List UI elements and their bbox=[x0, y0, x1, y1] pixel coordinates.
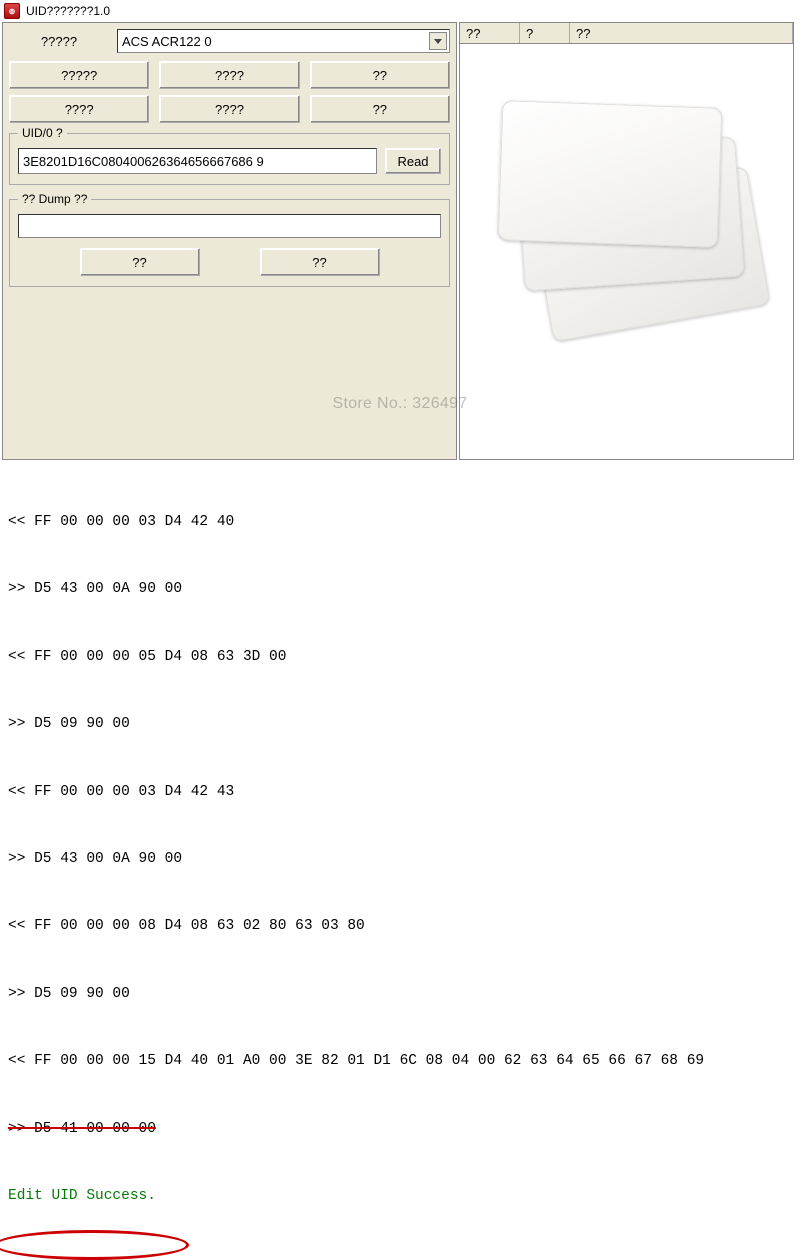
device-label: ????? bbox=[9, 34, 109, 49]
app-icon: ⊚ bbox=[4, 3, 20, 19]
log-line: << FF 00 00 00 08 D4 08 63 02 80 63 03 8… bbox=[8, 915, 792, 937]
uid-input-value: 3E8201D16C080400626364656667686 9 bbox=[23, 154, 264, 169]
dump-legend: ?? Dump ?? bbox=[18, 192, 91, 206]
action-button-2[interactable]: ?? bbox=[310, 61, 450, 89]
action-button-4[interactable]: ???? bbox=[159, 95, 299, 123]
uid-groupbox: UID/0 ? 3E8201D16C080400626364656667686 … bbox=[9, 133, 450, 185]
card-image bbox=[498, 100, 723, 248]
dump-button-b[interactable]: ?? bbox=[260, 248, 380, 276]
log-line: >> D5 43 00 0A 90 00 bbox=[8, 848, 792, 870]
column-header-2[interactable]: ? bbox=[520, 23, 570, 43]
uid-legend: UID/0 ? bbox=[18, 126, 67, 140]
right-panel: ?? ? ?? bbox=[459, 22, 794, 460]
list-body bbox=[459, 44, 794, 460]
log-line: << FF 00 00 00 05 D4 08 63 3D 00 bbox=[8, 646, 792, 668]
log-line-struck: >> D5 41 00 00 00 bbox=[8, 1118, 792, 1140]
dump-button-a[interactable]: ?? bbox=[80, 248, 200, 276]
column-header-1[interactable]: ?? bbox=[460, 23, 520, 43]
uid-input[interactable]: 3E8201D16C080400626364656667686 9 bbox=[18, 148, 377, 174]
left-panel: ????? ACS ACR122 0 ????? ???? ?? ???? ??… bbox=[2, 22, 457, 460]
action-button-grid: ????? ???? ?? ???? ???? ?? bbox=[9, 61, 450, 123]
read-button[interactable]: Read bbox=[385, 148, 441, 174]
log-success-line: Edit UID Success. bbox=[8, 1185, 792, 1207]
titlebar: ⊚ UID???????1.0 bbox=[0, 0, 800, 22]
main-area: ????? ACS ACR122 0 ????? ???? ?? ???? ??… bbox=[0, 22, 800, 460]
dump-path-input[interactable] bbox=[18, 214, 441, 238]
log-line: >> D5 09 90 00 bbox=[8, 983, 792, 1005]
log-line: << FF 00 00 00 03 D4 42 40 bbox=[8, 511, 792, 533]
dump-groupbox: ?? Dump ?? ?? ?? bbox=[9, 199, 450, 287]
action-button-0[interactable]: ????? bbox=[9, 61, 149, 89]
action-button-3[interactable]: ???? bbox=[9, 95, 149, 123]
device-combo-value: ACS ACR122 0 bbox=[122, 34, 212, 49]
annotation-ellipse bbox=[0, 1230, 189, 1260]
list-column-headers: ?? ? ?? bbox=[459, 22, 794, 44]
log-line: << FF 00 00 00 15 D4 40 01 A0 00 3E 82 0… bbox=[8, 1050, 792, 1072]
action-button-1[interactable]: ???? bbox=[159, 61, 299, 89]
action-button-5[interactable]: ?? bbox=[310, 95, 450, 123]
log-line: >> D5 43 00 0A 90 00 bbox=[8, 578, 792, 600]
chevron-down-icon[interactable] bbox=[429, 32, 447, 50]
device-row: ????? ACS ACR122 0 bbox=[9, 29, 450, 53]
log-line: >> D5 09 90 00 bbox=[8, 713, 792, 735]
log-output: << FF 00 00 00 03 D4 42 40 >> D5 43 00 0… bbox=[0, 460, 800, 1256]
window-title: UID???????1.0 bbox=[26, 4, 110, 18]
dump-buttons: ?? ?? bbox=[18, 248, 441, 276]
column-header-3[interactable]: ?? bbox=[570, 23, 793, 43]
device-combo[interactable]: ACS ACR122 0 bbox=[117, 29, 450, 53]
